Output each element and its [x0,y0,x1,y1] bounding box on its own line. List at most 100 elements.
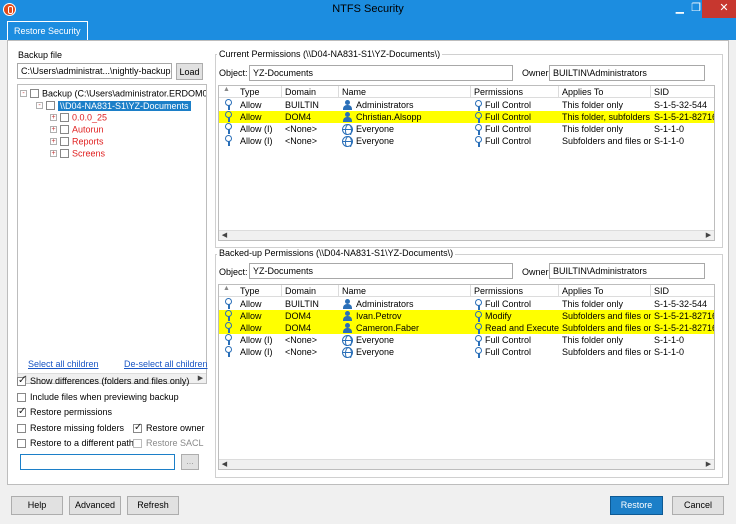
cell-permissions: Full Control [471,346,559,358]
restore-different-path-option[interactable]: Restore to a different path [17,437,134,449]
tree-node-label: Backup (C:\Users\administrator.ERDOM01\ [42,88,207,99]
column-name[interactable]: Name [339,86,471,98]
window-title: NTFS Security [332,3,404,15]
expand-icon[interactable]: + [50,114,57,122]
different-path-input[interactable] [20,454,175,470]
include-files-option[interactable]: Include files when previewing backup [17,391,179,403]
checkbox[interactable] [17,393,26,403]
table-row[interactable]: Allow DOM4 Christian.Alsopp Full Control Thi… [219,111,714,123]
scroll-right-icon[interactable]: ▶ [703,460,714,469]
tree-node-share[interactable]: - \\D04-NA831-S1\YZ-Documents [36,99,191,111]
column-sid[interactable]: SID [651,285,714,297]
backup-file-input[interactable]: C:\Users\administrat...\nightly-backup.s… [17,63,172,79]
column-permissions[interactable]: Permissions [471,86,559,98]
refresh-button[interactable]: Refresh [127,496,179,515]
cell-type: Allow (I) [240,124,273,134]
browse-button[interactable]: ... [181,454,199,470]
column-applies-to[interactable]: Applies To [559,86,651,98]
backedup-permissions-grid[interactable]: ▲ Type Domain Name Permissions Applies T… [218,284,715,470]
tree-checkbox[interactable] [60,137,69,147]
cell-domain: BUILTIN [285,100,319,110]
column-name[interactable]: Name [339,285,471,297]
column-sid[interactable]: SID [651,86,714,98]
column-applies-to[interactable]: Applies To [559,285,651,297]
load-button[interactable]: Load [176,63,203,80]
column-type[interactable]: Type [237,86,282,98]
checkbox[interactable] [17,439,26,449]
table-row[interactable]: Allow (I) <None> Everyone Full Control Subfo… [219,135,714,147]
scroll-left-icon[interactable]: ◀ [219,231,230,240]
checkbox[interactable] [17,406,26,418]
column-domain[interactable]: Domain [282,285,339,297]
cell-type: Allow (I) [240,335,273,345]
scroll-left-icon[interactable]: ◀ [219,460,230,469]
cell-type: Allow [240,112,262,122]
restore-missing-option[interactable]: Restore missing folders [17,422,124,434]
principal-name: Cameron.Faber [356,323,420,333]
column-permissions[interactable]: Permissions [471,285,559,297]
expand-icon[interactable]: + [50,126,57,134]
tree-node-label: \\D04-NA831-S1\YZ-Documents [58,100,191,111]
table-row[interactable]: Allow DOM4 Cameron.Faber Read and Execute Su… [219,322,714,334]
footer-bar: Help Advanced Refresh Restore Cancel [0,486,736,524]
checkbox[interactable] [17,375,26,387]
tree-checkbox[interactable] [60,113,69,123]
user-group-icon [342,100,353,111]
backup-tree[interactable]: - Backup (C:\Users\administrator.ERDOM01\… [17,84,207,384]
cell-type: Allow [240,323,262,333]
cell-type: Allow (I) [240,136,273,146]
column-domain[interactable]: Domain [282,86,339,98]
current-permissions-grid[interactable]: ▲ Type Domain Name Permissions Applies T… [218,85,715,241]
table-row[interactable]: Allow (I) <None> Everyone Full Control This … [219,334,714,346]
grid-horizontal-scrollbar[interactable]: ◀ ▶ [219,230,714,240]
advanced-button[interactable]: Advanced [69,496,121,515]
collapse-icon[interactable]: - [20,90,27,98]
backedup-owner-label: Owner: [522,267,552,277]
globe-icon [342,335,353,346]
permission-key-icon [224,123,232,134]
sort-arrow-icon: ▲ [223,285,230,292]
deselect-all-children-link[interactable]: De-select all children [124,359,208,369]
tree-checkbox[interactable] [60,125,69,135]
select-all-children-link[interactable]: Select all children [28,359,99,369]
cell-applies: This folder only [562,335,624,345]
current-owner-field: BUILTIN\Administrators [549,65,705,81]
tree-node-folder[interactable]: +0.0.0_25 [50,111,107,123]
expand-icon[interactable]: + [50,138,57,146]
show-differences-option[interactable]: Show differences (folders and files only… [17,375,189,387]
tree-checkbox[interactable] [46,101,55,111]
table-row[interactable]: Allow (I) <None> Everyone Full Control Subfo… [219,346,714,358]
tree-node-folder[interactable]: + Autorun [50,123,104,135]
checkbox[interactable] [17,424,26,434]
cell-applies: This folder only [562,100,624,110]
principal-name: Everyone [356,335,395,345]
collapse-icon[interactable]: - [36,102,43,110]
expand-icon[interactable]: + [50,150,57,158]
tree-node-label: Screens [72,148,106,159]
cell-name: Administrators [339,99,471,111]
cancel-button[interactable]: Cancel [672,496,724,515]
scroll-right-icon[interactable]: ▶ [195,374,206,383]
tree-node-folder[interactable]: + Screens [50,147,105,159]
table-row[interactable]: Allow BUILTIN Administrators Full Control Th… [219,298,714,310]
cell-applies: This folder only [562,124,624,134]
tree-node-backup[interactable]: - Backup (C:\Users\administrator.ERDOM01\ [20,87,207,99]
table-row[interactable]: Allow DOM4 Ivan.Petrov Modify Subfolders and… [219,310,714,322]
key-icon [474,299,482,310]
table-row[interactable]: Allow (I) <None> Everyone Full Control This … [219,123,714,135]
scroll-right-icon[interactable]: ▶ [703,231,714,240]
column-type[interactable]: Type [237,285,282,297]
tree-node-folder[interactable]: + Reports [50,135,104,147]
help-button[interactable]: Help [11,496,63,515]
checkbox[interactable] [133,422,142,434]
grid-horizontal-scrollbar[interactable]: ◀ ▶ [219,459,714,469]
table-row[interactable]: Allow BUILTIN Administrators Full Control Th… [219,99,714,111]
tab-restore-security[interactable]: Restore Security [7,21,88,40]
tree-checkbox[interactable] [60,149,69,159]
tree-checkbox[interactable] [30,89,39,99]
key-icon [474,112,482,123]
restore-owner-option[interactable]: Restore owner [133,422,205,434]
restore-submit-button[interactable]: Restore [610,496,663,515]
restore-permissions-option[interactable]: Restore permissions [17,406,112,418]
close-button[interactable]: ✕ [702,0,736,18]
